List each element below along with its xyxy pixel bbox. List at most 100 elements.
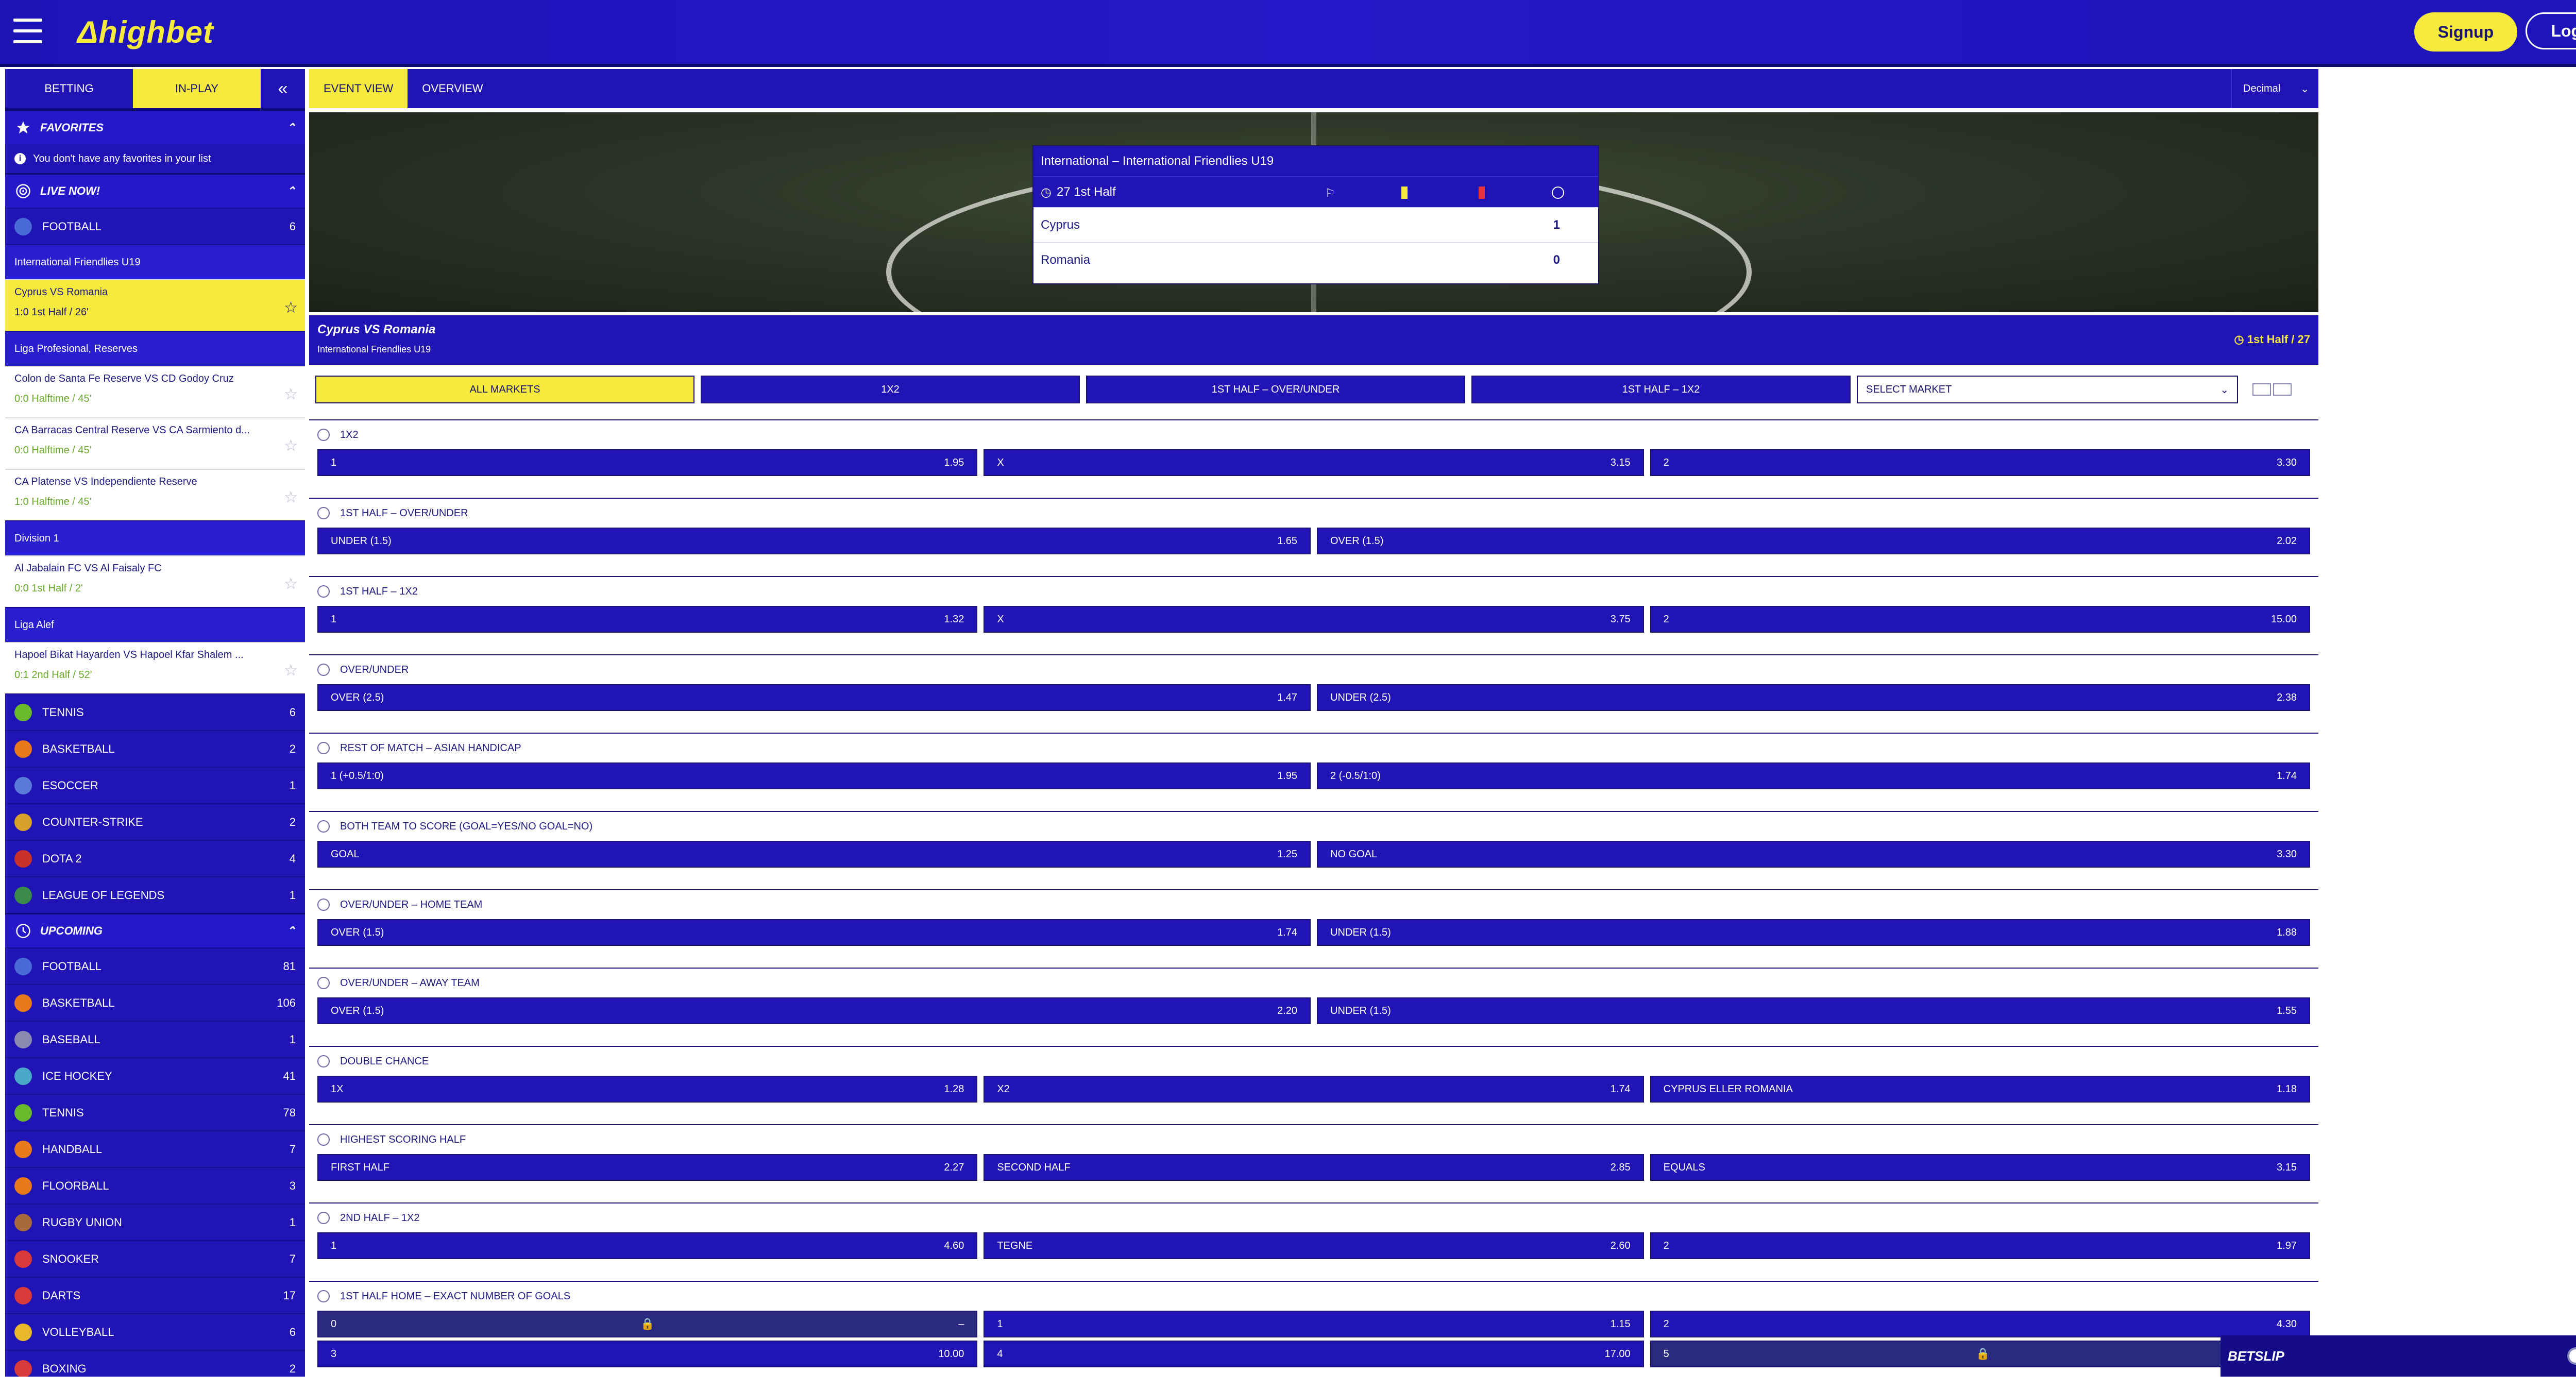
filter-1x2[interactable]: 1X2 xyxy=(701,376,1080,403)
pin-icon[interactable] xyxy=(317,507,330,519)
market-header[interactable]: OVER/UNDER – AWAY TEAM xyxy=(309,969,2318,997)
pin-icon[interactable] xyxy=(317,1133,330,1146)
odds-button[interactable]: NO GOAL 3.30 xyxy=(1317,841,2310,868)
pin-icon[interactable] xyxy=(317,429,330,441)
odds-button[interactable]: 3 10.00 xyxy=(317,1341,978,1367)
odds-button[interactable]: 5 🔒 xyxy=(1650,1341,2310,1367)
filter-1st-half-1x2[interactable]: 1ST HALF – 1X2 xyxy=(1471,376,1851,403)
chevron-up-icon[interactable]: ⌃ xyxy=(286,121,296,134)
live-now-header[interactable]: LIVE NOW! ⌃ xyxy=(5,173,305,208)
odds-button[interactable]: 1 1.15 xyxy=(984,1311,1644,1337)
sidebar-sport-item[interactable]: ICE HOCKEY 41 xyxy=(5,1057,305,1094)
odds-button[interactable]: 2 (-0.5/1:0) 1.74 xyxy=(1317,762,2310,789)
sidebar-sport-item[interactable]: COUNTER-STRIKE 2 xyxy=(5,803,305,840)
market-header[interactable]: 1X2 xyxy=(309,420,2318,449)
match-item[interactable]: CA Barracas Central Reserve VS CA Sarmie… xyxy=(5,417,305,469)
sidebar-sport-item[interactable]: ESOCCER 1 xyxy=(5,767,305,803)
single-column-icon[interactable] xyxy=(2252,383,2271,396)
odds-button[interactable]: 1 4.60 xyxy=(317,1232,978,1259)
odds-button[interactable]: 1 1.32 xyxy=(317,606,978,633)
league-header[interactable]: International Friendlies U19 xyxy=(5,244,305,279)
odds-button[interactable]: 4 17.00 xyxy=(984,1341,1644,1367)
sidebar-sport-item[interactable]: TENNIS 6 xyxy=(5,693,305,730)
market-header[interactable]: 2ND HALF – 1X2 xyxy=(309,1203,2318,1232)
filter-1st-half-over-under[interactable]: 1ST HALF – OVER/UNDER xyxy=(1086,376,1465,403)
league-header[interactable]: Liga Alef xyxy=(5,607,305,642)
betslip-toggle[interactable] xyxy=(2567,1347,2576,1365)
odds-button[interactable]: 1X 1.28 xyxy=(317,1076,978,1103)
odds-button[interactable]: UNDER (1.5) 1.88 xyxy=(1317,919,2310,946)
market-header[interactable]: REST OF MATCH – ASIAN HANDICAP xyxy=(309,734,2318,762)
odds-button[interactable]: X 3.75 xyxy=(984,606,1644,633)
tab-betting[interactable]: BETTING xyxy=(5,69,133,108)
odds-button[interactable]: OVER (1.5) 1.74 xyxy=(317,919,1311,946)
market-header[interactable]: DOUBLE CHANCE xyxy=(309,1047,2318,1076)
chevron-up-icon[interactable]: ⌃ xyxy=(286,924,296,938)
odds-format-select[interactable]: Decimal ⌄ xyxy=(2231,69,2318,108)
odds-button[interactable]: X2 1.74 xyxy=(984,1076,1644,1103)
odds-button[interactable]: EQUALS 3.15 xyxy=(1650,1154,2310,1181)
odds-button[interactable]: FIRST HALF 2.27 xyxy=(317,1154,978,1181)
sidebar-sport-item[interactable]: BASEBALL 1 xyxy=(5,1021,305,1057)
tab-event-view[interactable]: EVENT VIEW xyxy=(309,69,408,108)
sidebar-item-football-live[interactable]: FOOTBALL 6 xyxy=(5,208,305,244)
market-header[interactable]: 1ST HALF – OVER/UNDER xyxy=(309,499,2318,528)
market-header[interactable]: 1ST HALF – 1X2 xyxy=(309,577,2318,606)
odds-button[interactable]: UNDER (2.5) 2.38 xyxy=(1317,684,2310,711)
match-item[interactable]: Hapoel Bikat Hayarden VS Hapoel Kfar Sha… xyxy=(5,642,305,693)
favorite-star-icon[interactable]: ☆ xyxy=(284,385,298,403)
market-header[interactable]: HIGHEST SCORING HALF xyxy=(309,1125,2318,1154)
odds-button[interactable]: 2 4.30 xyxy=(1650,1311,2310,1337)
sidebar-sport-item[interactable]: RUGBY UNION 1 xyxy=(5,1203,305,1240)
odds-button[interactable]: 2 1.97 xyxy=(1650,1232,2310,1259)
tab-inplay[interactable]: IN-PLAY xyxy=(133,69,261,108)
odds-button[interactable]: OVER (1.5) 2.02 xyxy=(1317,528,2310,554)
league-header[interactable]: Liga Profesional, Reserves xyxy=(5,331,305,366)
odds-button[interactable]: OVER (2.5) 1.47 xyxy=(317,684,1311,711)
match-item[interactable]: Cyprus VS Romania 1:0 1st Half / 26' ☆ xyxy=(5,279,305,331)
collapse-sidebar-icon[interactable]: « xyxy=(261,69,305,108)
odds-button[interactable]: 0 🔒 – xyxy=(317,1311,978,1337)
favorite-star-icon[interactable]: ☆ xyxy=(284,488,298,506)
match-item[interactable]: Colon de Santa Fe Reserve VS CD Godoy Cr… xyxy=(5,366,305,417)
league-header[interactable]: Division 1 xyxy=(5,520,305,555)
pin-icon[interactable] xyxy=(317,742,330,754)
pin-icon[interactable] xyxy=(317,1290,330,1302)
sidebar-sport-item[interactable]: FLOORBALL 3 xyxy=(5,1167,305,1203)
odds-button[interactable]: 2 15.00 xyxy=(1650,606,2310,633)
sidebar-sport-item[interactable]: DARTS 17 xyxy=(5,1277,305,1313)
sidebar-sport-item[interactable]: FOOTBALL 81 xyxy=(5,947,305,984)
filter-all-markets[interactable]: ALL MARKETS xyxy=(315,376,694,403)
odds-button[interactable]: OVER (1.5) 2.20 xyxy=(317,997,1311,1024)
pin-icon[interactable] xyxy=(317,664,330,676)
odds-button[interactable]: CYPRUS ELLER ROMANIA 1.18 xyxy=(1650,1076,2310,1103)
market-header[interactable]: OVER/UNDER – HOME TEAM xyxy=(309,890,2318,919)
odds-button[interactable]: 1 1.95 xyxy=(317,449,978,476)
favorites-header[interactable]: FAVORITES ⌃ xyxy=(5,110,305,144)
upcoming-header[interactable]: UPCOMING ⌃ xyxy=(5,913,305,947)
signup-button[interactable]: Signup xyxy=(2414,12,2517,52)
pin-icon[interactable] xyxy=(317,585,330,598)
betslip-bar[interactable]: BETSLIP ⌃ xyxy=(2221,1335,2576,1377)
sidebar-sport-item[interactable]: TENNIS 78 xyxy=(5,1094,305,1130)
favorite-star-icon[interactable]: ☆ xyxy=(284,299,298,317)
highbet-logo[interactable]: Δhighbet xyxy=(77,14,214,50)
match-item[interactable]: CA Platense VS Independiente Reserve 1:0… xyxy=(5,469,305,520)
pin-icon[interactable] xyxy=(317,820,330,833)
odds-button[interactable]: GOAL 1.25 xyxy=(317,841,1311,868)
pin-icon[interactable] xyxy=(317,1055,330,1067)
pin-icon[interactable] xyxy=(317,899,330,911)
odds-button[interactable]: UNDER (1.5) 1.65 xyxy=(317,528,1311,554)
market-header[interactable]: OVER/UNDER xyxy=(309,655,2318,684)
select-market-dropdown[interactable]: SELECT MARKET ⌄ xyxy=(1857,376,2238,403)
odds-button[interactable]: 1 (+0.5/1:0) 1.95 xyxy=(317,762,1311,789)
login-button[interactable]: Login xyxy=(2526,12,2576,49)
match-item[interactable]: Al Jabalain FC VS Al Faisaly FC 0:0 1st … xyxy=(5,555,305,607)
tab-overview[interactable]: OVERVIEW xyxy=(408,69,497,108)
menu-icon[interactable] xyxy=(13,19,42,43)
odds-button[interactable]: SECOND HALF 2.85 xyxy=(984,1154,1644,1181)
sidebar-sport-item[interactable]: DOTA 2 4 xyxy=(5,840,305,876)
odds-button[interactable]: TEGNE 2.60 xyxy=(984,1232,1644,1259)
chevron-up-icon[interactable]: ⌃ xyxy=(286,184,296,198)
market-header[interactable]: BOTH TEAM TO SCORE (GOAL=YES/NO GOAL=NO) xyxy=(309,812,2318,841)
